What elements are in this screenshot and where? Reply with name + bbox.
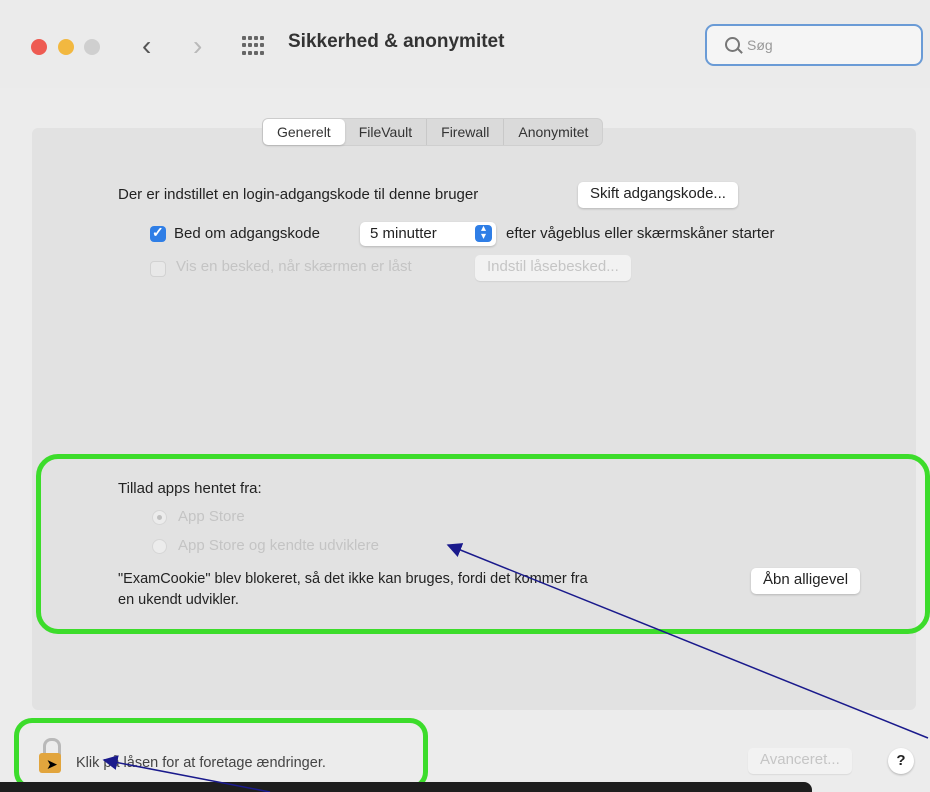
annotation-arrow-to-developers-option	[446, 543, 929, 739]
annotation-arrow-to-lock	[102, 755, 271, 792]
system-preferences-window: ‹ › Sikkerhed & anonymitet Søg Generelt …	[0, 0, 930, 792]
annotation-arrows	[102, 543, 929, 792]
